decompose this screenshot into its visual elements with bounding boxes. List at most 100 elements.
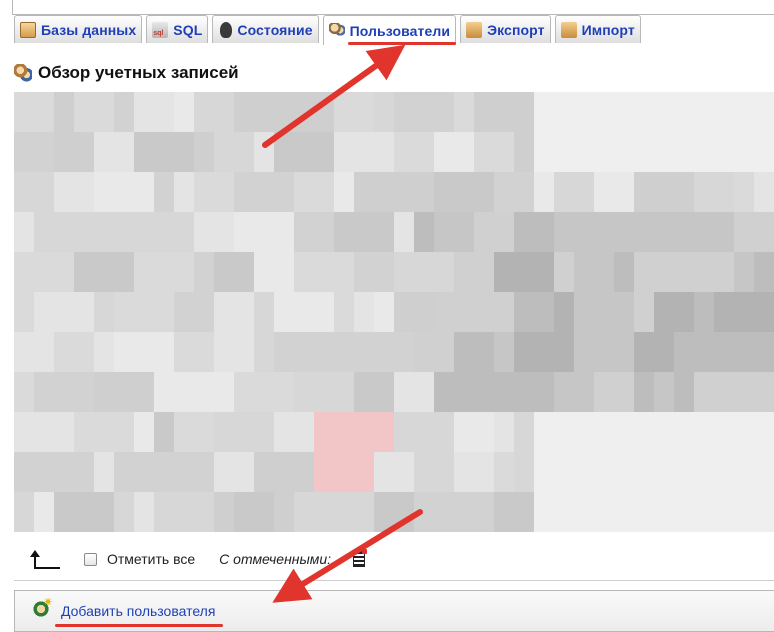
blurred-cell	[574, 172, 594, 212]
blurred-cell	[34, 292, 54, 332]
tab-bar: Базы данных SQL Состояние Пользователи Э…	[14, 15, 645, 45]
blurred-cell	[474, 212, 514, 252]
blurred-cell	[494, 172, 534, 212]
tab-label: Состояние	[237, 21, 313, 38]
blurred-cell	[254, 172, 294, 212]
blurred-cell	[254, 292, 274, 332]
table-row	[14, 212, 774, 252]
blurred-cell	[674, 412, 734, 452]
blurred-cell	[734, 252, 754, 292]
blurred-cell	[114, 492, 134, 532]
blurred-cell	[654, 292, 694, 332]
blurred-cell	[694, 372, 734, 412]
blurred-cell	[94, 292, 114, 332]
blurred-cell	[514, 412, 534, 452]
blurred-cell	[154, 492, 214, 532]
blurred-cell	[394, 92, 454, 132]
blurred-cell	[494, 332, 514, 372]
blurred-cell	[214, 332, 254, 372]
blurred-cell	[434, 372, 494, 412]
blurred-cell	[554, 172, 574, 212]
blurred-cell	[574, 252, 614, 292]
blurred-cell	[314, 412, 334, 452]
blurred-cell	[34, 372, 94, 412]
blurred-cell	[514, 332, 574, 372]
blurred-cell	[694, 252, 734, 292]
tab-label: Импорт	[581, 21, 635, 38]
blurred-cell	[374, 92, 394, 132]
blurred-cell	[654, 92, 694, 132]
blurred-cell	[174, 332, 214, 372]
blurred-cell	[394, 132, 434, 172]
blurred-cell	[754, 252, 774, 292]
blurred-cell	[534, 132, 594, 172]
tab-users[interactable]: Пользователи	[322, 15, 457, 45]
blurred-cell	[714, 292, 774, 332]
blurred-cell	[374, 372, 394, 412]
blurred-cell	[254, 252, 294, 292]
blurred-cell	[14, 172, 54, 212]
blurred-cell	[294, 212, 334, 252]
tab-label: Экспорт	[487, 21, 545, 38]
blurred-cell	[674, 332, 714, 372]
blurred-cell	[534, 252, 554, 292]
blurred-cell	[614, 212, 674, 252]
blurred-cell	[614, 332, 634, 372]
check-all-checkbox[interactable]	[84, 552, 97, 566]
blurred-cell	[414, 452, 454, 492]
blurred-cell	[14, 212, 34, 252]
blurred-cell	[34, 452, 94, 492]
blurred-cell	[434, 132, 474, 172]
add-user-link[interactable]: Добавить пользователя	[54, 603, 224, 627]
table-row	[14, 332, 774, 372]
blurred-cell	[594, 452, 614, 492]
blurred-cell	[54, 292, 94, 332]
blurred-cell	[294, 372, 354, 412]
table-row	[14, 132, 774, 172]
blurred-cell	[14, 492, 34, 532]
tab-sql[interactable]: SQL	[146, 15, 209, 43]
table-row	[14, 412, 774, 452]
tab-export[interactable]: Экспорт	[460, 15, 551, 43]
tab-import[interactable]: Импорт	[554, 15, 641, 43]
blurred-cell	[734, 172, 754, 212]
blurred-cell	[534, 92, 574, 132]
blurred-cell	[574, 412, 594, 452]
blurred-cell	[474, 92, 534, 132]
blurred-cell	[434, 292, 474, 332]
blurred-cell	[574, 292, 634, 332]
blurred-cell	[294, 492, 334, 532]
blurred-cell	[574, 372, 594, 412]
blurred-cell	[274, 292, 334, 332]
blurred-cell	[474, 132, 514, 172]
blurred-cell	[434, 172, 494, 212]
blurred-cell	[154, 172, 174, 212]
add-user-box: Добавить пользователя	[14, 590, 774, 632]
blurred-cell	[154, 212, 194, 252]
delete-selected-icon[interactable]	[353, 549, 368, 567]
blurred-cell	[734, 92, 754, 132]
tab-label: Базы данных	[41, 21, 137, 38]
blurred-cell	[534, 412, 574, 452]
blurred-cell	[474, 292, 514, 332]
top-navigation: Базы данных SQL Состояние Пользователи Э…	[0, 0, 774, 46]
blurred-cell	[734, 372, 774, 412]
blurred-cell	[294, 172, 334, 212]
blurred-cell	[274, 92, 334, 132]
sql-icon	[152, 21, 169, 38]
blurred-cell	[694, 172, 734, 212]
check-all-label[interactable]: Отметить все	[107, 551, 195, 567]
user-accounts-table-blurred	[14, 92, 774, 540]
blurred-cell	[734, 452, 774, 492]
blurred-cell	[334, 172, 354, 212]
tab-databases[interactable]: Базы данных	[14, 15, 143, 43]
blurred-cell	[254, 132, 274, 172]
blurred-cell	[614, 252, 634, 292]
blurred-cell	[114, 332, 174, 372]
table-row	[14, 92, 774, 132]
blurred-cell	[334, 412, 394, 452]
blurred-cell	[694, 92, 734, 132]
tab-status[interactable]: Состояние	[212, 15, 319, 43]
export-icon	[466, 21, 483, 38]
blurred-cell	[494, 252, 534, 292]
